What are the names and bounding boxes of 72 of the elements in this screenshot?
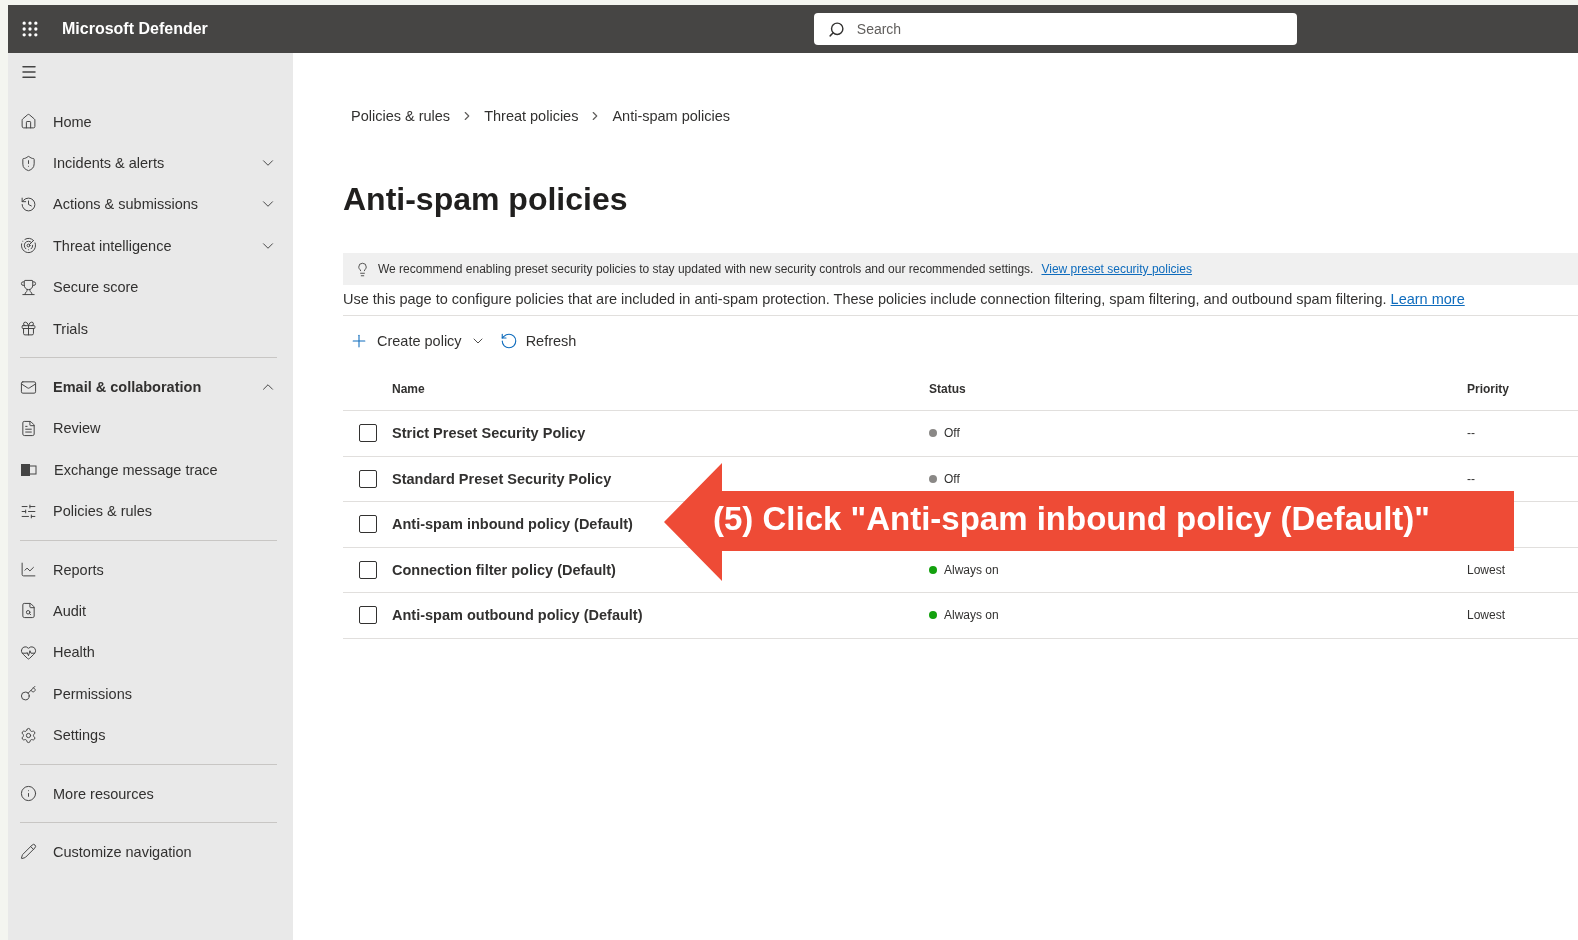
create-policy-button[interactable]: Create policy xyxy=(349,331,486,351)
row-checkbox[interactable] xyxy=(359,424,377,443)
sidebar-item[interactable]: More resources xyxy=(20,772,277,815)
priority-text: -- xyxy=(1467,426,1475,441)
page-title: Anti-spam policies xyxy=(343,181,629,218)
priority-text: Lowest xyxy=(1467,608,1506,623)
learn-more-link[interactable]: Learn more xyxy=(1390,291,1465,307)
sidebar-item[interactable]: Incidents & alerts xyxy=(20,142,277,184)
shield-icon xyxy=(20,154,37,172)
sidebar-item[interactable]: Settings xyxy=(20,714,277,756)
breadcrumb-item[interactable]: Anti-spam policies xyxy=(612,108,731,124)
key-icon xyxy=(20,685,37,703)
sidebar-item[interactable]: Audit xyxy=(20,590,277,632)
sidebar-item[interactable]: Policies & rules xyxy=(20,490,277,532)
sidebar-item[interactable]: Customize navigation xyxy=(20,831,277,873)
refresh-button[interactable]: Refresh xyxy=(499,332,577,350)
file-search-icon xyxy=(20,602,37,620)
breadcrumb-item[interactable]: Policies & rules xyxy=(351,108,451,124)
sidebar-item[interactable]: Permissions xyxy=(20,673,277,715)
home-icon xyxy=(20,113,37,131)
sidebar-item[interactable]: Secure score xyxy=(20,266,277,308)
history-icon xyxy=(20,195,37,213)
row-checkbox[interactable] xyxy=(359,560,377,579)
gift-icon xyxy=(20,320,37,338)
policy-name[interactable]: Anti-spam inbound policy (Default) xyxy=(392,516,633,533)
heart-pulse-icon xyxy=(20,643,37,661)
search-icon xyxy=(827,20,845,38)
app-launcher-icon[interactable] xyxy=(20,19,40,39)
sidebar-item[interactable]: Health xyxy=(20,631,277,674)
status-text: Off xyxy=(944,471,960,486)
description-text: Use this page to configure policies that are included in anti-spam protection. These policies include connection filtering, spam filtering, and outbound spam filtering. Learn more xyxy=(343,285,1578,316)
status-text: Off xyxy=(944,426,960,441)
sidebar-item[interactable]: Review xyxy=(20,407,277,450)
policy-name[interactable]: Anti-spam outbound policy (Default) xyxy=(392,607,643,624)
priority-text: Lowest xyxy=(1467,562,1506,577)
row-checkbox[interactable] xyxy=(359,606,377,625)
column-header[interactable]: Priority xyxy=(1467,382,1509,396)
app-title: Microsoft Defender xyxy=(62,20,208,38)
policy-name[interactable]: Connection filter policy (Default) xyxy=(392,561,616,578)
sidebar-item[interactable]: Email & collaboration xyxy=(20,366,277,408)
sidebar-item[interactable]: Reports xyxy=(20,548,277,591)
lightbulb-icon xyxy=(355,261,370,277)
sidebar-item[interactable]: Actions & submissions xyxy=(20,183,277,226)
status-text: Always on xyxy=(944,562,999,577)
column-header[interactable]: Name xyxy=(392,382,425,396)
sidebar-item[interactable]: Exchange message trace xyxy=(20,449,277,491)
callout-text: (5) Click "Anti-spam inbound policy (Default)" xyxy=(713,500,1430,538)
row-checkbox[interactable] xyxy=(359,515,377,534)
settings-icon xyxy=(20,726,37,744)
menu-button[interactable] xyxy=(20,63,38,81)
notice-text: We recommend enabling preset security policies to stay updated with new security controls and our recommended settings. xyxy=(378,262,1034,276)
document-icon xyxy=(20,419,37,437)
sidebar-item[interactable]: Threat intelligence xyxy=(20,225,277,267)
sidebar-item[interactable]: Home xyxy=(20,101,277,143)
pencil-icon xyxy=(20,843,37,861)
row-checkbox[interactable] xyxy=(359,469,377,488)
policy-name[interactable]: Strict Preset Security Policy xyxy=(392,425,586,442)
radar-icon xyxy=(20,237,37,255)
trophy-icon xyxy=(20,278,37,296)
priority-text: -- xyxy=(1467,471,1475,486)
preset-policies-link[interactable]: View preset security policies xyxy=(1041,262,1192,276)
sliders-icon xyxy=(20,502,37,520)
sidebar-item[interactable]: Trials xyxy=(20,307,277,350)
mail-icon xyxy=(20,378,37,396)
info-icon xyxy=(20,785,37,803)
column-header[interactable]: Status xyxy=(929,382,966,396)
search-field[interactable]: Search xyxy=(813,13,1297,45)
policy-name[interactable]: Standard Preset Security Policy xyxy=(392,470,612,487)
status-text: Always on xyxy=(944,608,999,623)
breadcrumb-item[interactable]: Threat policies xyxy=(484,108,579,124)
refresh-icon xyxy=(499,332,518,350)
line-chart-icon xyxy=(20,561,37,579)
